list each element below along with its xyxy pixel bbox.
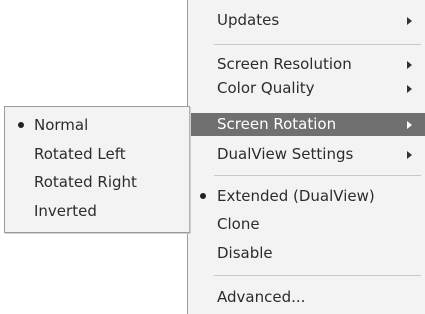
menu-item-label: Extended (DualView) bbox=[217, 187, 375, 205]
submenu-arrow-icon bbox=[407, 61, 412, 69]
menu-item-label: Disable bbox=[217, 244, 273, 262]
submenu-arrow-icon bbox=[407, 17, 412, 25]
menu-separator bbox=[214, 175, 421, 176]
rotation-item-normal[interactable]: Normal bbox=[5, 114, 189, 137]
radio-selected-icon bbox=[200, 193, 206, 199]
menu-item-advanced[interactable]: Advanced... bbox=[188, 286, 425, 309]
menu-item-updates[interactable]: Updates bbox=[188, 9, 425, 32]
menu-item-extended-dualview[interactable]: Extended (DualView) bbox=[188, 185, 425, 208]
menu-item-label: Screen Rotation bbox=[217, 115, 337, 133]
menu-item-disable[interactable]: Disable bbox=[188, 242, 425, 265]
screen-rotation-submenu: Normal Rotated Left Rotated Right Invert… bbox=[4, 106, 190, 233]
menu-item-dualview-settings[interactable]: DualView Settings bbox=[188, 143, 425, 166]
rotation-item-label: Inverted bbox=[34, 202, 97, 220]
menu-item-label: Color Quality bbox=[217, 79, 315, 97]
radio-selected-icon bbox=[18, 122, 24, 128]
rotation-item-label: Rotated Left bbox=[34, 145, 126, 163]
menu-separator bbox=[214, 275, 421, 276]
rotation-item-inverted[interactable]: Inverted bbox=[5, 200, 189, 223]
menu-item-label: Advanced... bbox=[217, 288, 306, 306]
menu-item-label: Updates bbox=[217, 11, 280, 29]
menu-separator bbox=[214, 44, 421, 45]
submenu-arrow-icon bbox=[407, 85, 412, 93]
submenu-arrow-icon bbox=[407, 151, 412, 159]
menu-item-clone[interactable]: Clone bbox=[188, 213, 425, 236]
submenu-arrow-icon bbox=[407, 121, 412, 129]
menu-item-screen-rotation[interactable]: Screen Rotation bbox=[188, 113, 425, 136]
menu-item-label: Screen Resolution bbox=[217, 55, 352, 73]
menu-item-label: DualView Settings bbox=[217, 145, 354, 163]
rotation-item-label: Rotated Right bbox=[34, 173, 137, 191]
menu-item-screen-resolution[interactable]: Screen Resolution bbox=[188, 53, 425, 76]
rotation-item-rotated-right[interactable]: Rotated Right bbox=[5, 171, 189, 194]
rotation-item-label: Normal bbox=[34, 116, 89, 134]
menu-item-label: Clone bbox=[217, 215, 260, 233]
menu-item-color-quality[interactable]: Color Quality bbox=[188, 77, 425, 100]
context-menu: Updates Screen Resolution Color Quality … bbox=[187, 0, 425, 314]
rotation-item-rotated-left[interactable]: Rotated Left bbox=[5, 143, 189, 166]
